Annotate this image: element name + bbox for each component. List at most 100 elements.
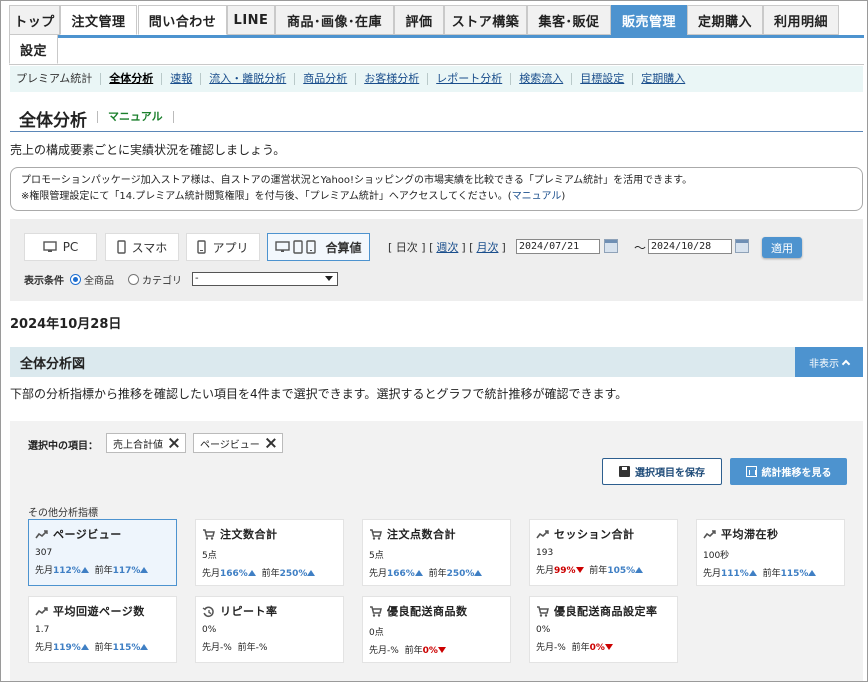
trend-icon xyxy=(703,529,716,540)
close-icon[interactable] xyxy=(266,438,276,448)
mom-label: 先月 xyxy=(35,566,54,576)
subnav-customer[interactable]: お客様分析 xyxy=(355,73,427,85)
arrow-up-icon xyxy=(247,570,256,576)
subnav-premium[interactable]: プレミアム統計 xyxy=(14,73,100,85)
tab-label: ストア構築 xyxy=(451,14,520,30)
date-from-input[interactable]: 2024/07/21 xyxy=(516,239,600,254)
subnav-inflow[interactable]: 流入・離脱分析 xyxy=(200,73,294,85)
tab-label: 商品･画像･在庫 xyxy=(286,14,382,30)
mom-label: 先月 xyxy=(202,643,221,653)
period-weekly-link[interactable]: 週次 xyxy=(436,239,458,255)
change-value: 111% xyxy=(721,569,749,579)
view-trend-button[interactable]: 統計推移を見る xyxy=(730,458,847,485)
trend-icon xyxy=(35,606,48,617)
metric-card[interactable]: 注文点数合計 5点 先月166% 前年250% xyxy=(362,519,511,586)
arrow-up-icon xyxy=(635,567,644,573)
metric-card[interactable]: ページビュー 307 先月112% 前年117% xyxy=(28,519,177,586)
device-smartphone-button[interactable]: スマホ xyxy=(105,233,179,261)
metric-name: リピート率 xyxy=(220,605,278,618)
condition-label: 表示条件 xyxy=(24,276,64,287)
arrow-up-icon xyxy=(80,567,89,573)
tab-billing[interactable]: 利用明細 xyxy=(763,5,839,35)
subnav-search[interactable]: 検索流入 xyxy=(510,73,571,85)
period-monthly-link[interactable]: 月次 xyxy=(476,239,498,255)
metric-card[interactable]: セッション合計 193 先月99% 前年105% xyxy=(529,519,678,586)
hide-button[interactable]: 非表示 xyxy=(795,347,863,377)
category-select[interactable]: - xyxy=(192,272,338,286)
yoy-label: 前年 xyxy=(571,643,590,653)
radio-label: カテゴリ xyxy=(142,276,182,287)
metric-card[interactable]: 優良配送商品数 0点 先月-% 前年0% xyxy=(362,596,511,663)
calendar-icon[interactable] xyxy=(604,239,618,253)
device-total-button[interactable]: 合算値 xyxy=(267,233,370,261)
tab-orders[interactable]: 注文管理 xyxy=(60,5,137,35)
metric-name-row: 注文点数合計 xyxy=(369,526,504,542)
metric-comparison: 先月119% 前年115% xyxy=(35,640,170,653)
calendar-icon[interactable] xyxy=(735,239,749,253)
tab-inquiries[interactable]: 問い合わせ xyxy=(138,5,227,35)
other-metrics-label: その他分析指標 xyxy=(28,508,98,519)
metric-name: 平均滞在秒 xyxy=(721,528,779,541)
subnav-subscription[interactable]: 定期購入 xyxy=(632,73,693,85)
chip-label: ページビュー xyxy=(200,439,260,451)
change-value: 115% xyxy=(780,569,809,579)
metric-card[interactable]: 平均回遊ページ数 1.7 先月119% 前年115% xyxy=(28,596,177,663)
save-selection-button[interactable]: 選択項目を保存 xyxy=(602,458,722,485)
subnav-goal[interactable]: 目標設定 xyxy=(571,73,632,85)
subnav-overall[interactable]: 全体分析 xyxy=(100,73,161,85)
date-to-input[interactable]: 2024/10/28 xyxy=(648,239,732,254)
tab-settings[interactable]: 設定 xyxy=(9,35,58,64)
period-bracket: [ 日次 ] [ xyxy=(388,241,434,254)
subnav-product[interactable]: 商品分析 xyxy=(294,73,355,85)
bar-chart-icon xyxy=(745,466,757,477)
tab-top[interactable]: トップ xyxy=(9,5,60,35)
title-rule xyxy=(10,131,863,132)
lead-text: 売上の構成要素ごとに実績状況を確認しましょう。 xyxy=(10,143,286,157)
cart-icon xyxy=(202,528,215,540)
tab-subscription[interactable]: 定期購入 xyxy=(687,5,763,35)
metric-card[interactable]: 平均滞在秒 100秒 先月111% 前年115% xyxy=(696,519,845,586)
device-app-button[interactable]: アプリ xyxy=(186,233,260,261)
tab-products[interactable]: 商品･画像･在庫 xyxy=(275,5,394,35)
subnav-flash[interactable]: 速報 xyxy=(161,73,200,85)
metric-name: 注文数合計 xyxy=(220,528,278,541)
display-condition: 表示条件 全商品 カテゴリ xyxy=(24,272,182,287)
manual-link[interactable]: マニュアル xyxy=(97,111,174,123)
button-label: 統計推移を見る xyxy=(761,468,832,479)
change-value: 0% xyxy=(589,643,605,653)
mom-label: 先月 xyxy=(35,643,54,653)
tab-sales[interactable]: 販売管理 xyxy=(611,5,687,35)
radio-all-products[interactable] xyxy=(70,274,81,285)
subnav-report[interactable]: レポート分析 xyxy=(427,73,510,85)
device-label: PC xyxy=(62,240,79,254)
arrow-up-icon xyxy=(474,570,483,576)
notice-text: ) xyxy=(561,191,566,202)
change-value: 105% xyxy=(607,566,636,576)
radio-category[interactable] xyxy=(128,274,139,285)
metric-comparison: 先月111% 前年115% xyxy=(703,566,838,579)
app-phone-icon xyxy=(197,240,207,254)
metric-card[interactable]: リピート率 0% 先月-% 前年-% xyxy=(195,596,344,663)
arrow-up-icon xyxy=(80,644,89,650)
mom-label: 先月 xyxy=(703,569,722,579)
metric-name: ページビュー xyxy=(53,528,122,541)
tab-store-build[interactable]: ストア構築 xyxy=(444,5,527,35)
close-icon[interactable] xyxy=(169,438,179,448)
arrow-up-icon xyxy=(414,570,423,576)
change-value: -% xyxy=(220,643,232,653)
tab-line[interactable]: LINE xyxy=(227,5,275,35)
metric-comparison: 先月-% 前年0% xyxy=(536,640,671,653)
tab-promotion[interactable]: 集客･販促 xyxy=(527,5,611,35)
change-value: -% xyxy=(554,643,566,653)
analysis-panel: 選択中の項目： 売上合計値 ページビュー 選択項目を保存 統計推移を見る その他… xyxy=(10,421,863,681)
arrow-up-icon xyxy=(140,567,149,573)
metric-value: 5点 xyxy=(369,551,384,561)
notice-manual-link[interactable]: マニュアル xyxy=(512,191,562,202)
apply-button[interactable]: 適用 xyxy=(762,237,802,258)
filter-panel: PC スマホ アプリ 合算値 [ 日次 ] [ 週次 ] [ 月次 ] 2024… xyxy=(10,219,863,301)
device-pc-button[interactable]: PC xyxy=(24,233,97,261)
metric-card[interactable]: 注文数合計 5点 先月166% 前年250% xyxy=(195,519,344,586)
metric-card[interactable]: 優良配送商品設定率 0% 先月-% 前年0% xyxy=(529,596,678,663)
device-label: アプリ xyxy=(212,240,249,255)
tab-reviews[interactable]: 評価 xyxy=(394,5,444,35)
